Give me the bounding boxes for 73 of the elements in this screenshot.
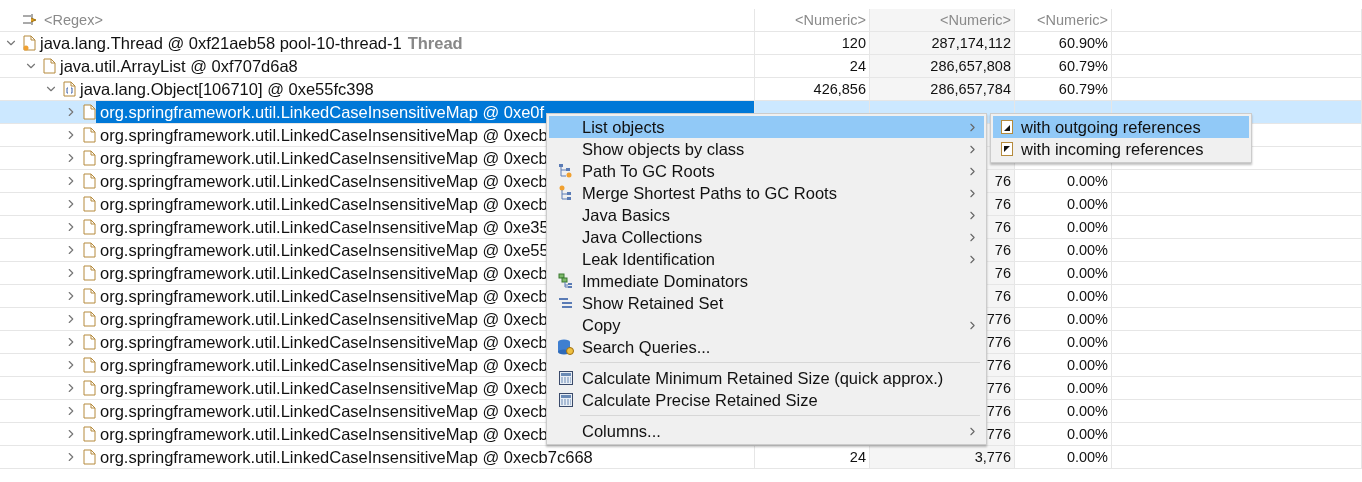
class-name-text: org.springframework.util.LinkedCaseInsensitiveMap @ 0xecb	[100, 378, 548, 398]
object-icon	[83, 265, 96, 281]
class-name-text: org.springframework.util.LinkedCaseInsensitiveMap @ 0xecb	[100, 125, 548, 145]
class-name-text: org.springframework.util.LinkedCaseInsensitiveMap @ 0xecb	[100, 309, 548, 329]
outgoing-reference-icon	[1001, 120, 1013, 134]
class-name-text: org.springframework.util.LinkedCaseInsensitiveMap @ 0xecb	[100, 332, 548, 352]
class-name-text: java.lang.Thread @ 0xf21aeb58 pool-10-thread-1	[40, 33, 402, 53]
table-cell: 0.00%	[1015, 446, 1112, 468]
object-icon	[43, 58, 56, 74]
object-icon	[83, 242, 96, 258]
menu-item[interactable]: with outgoing references	[993, 116, 1249, 138]
incoming-reference-icon	[1001, 142, 1013, 156]
class-name-text: org.springframework.util.LinkedCaseInsensitiveMap @ 0xecb	[100, 148, 548, 168]
table-cell: 0.00%	[1015, 308, 1112, 330]
list-icon	[557, 297, 574, 309]
menu-item[interactable]: with incoming references	[993, 138, 1249, 160]
object-icon	[83, 104, 96, 120]
object-icon	[83, 403, 96, 419]
class-name-text: org.springframework.util.LinkedCaseInsensitiveMap @ 0xecb7c668	[100, 447, 593, 467]
object-icon	[83, 150, 96, 166]
table-cell: 0.00%	[1015, 193, 1112, 215]
object-icon	[83, 311, 96, 327]
table-cell: 60.79%	[1015, 78, 1112, 100]
tree-icon	[557, 185, 574, 201]
table-cell: 0.00%	[1015, 423, 1112, 445]
class-name-text: java.util.ArrayList @ 0xf707d6a8	[60, 56, 298, 76]
menu-item[interactable]: List objects	[549, 116, 984, 138]
object-icon	[83, 449, 96, 465]
object-icon	[83, 219, 96, 235]
menu-item[interactable]: Show objects by class	[549, 138, 984, 160]
class-name-text: java.lang.Object[106710] @ 0xe55fc398	[80, 79, 374, 99]
array-object-icon	[63, 81, 76, 97]
table-cell: 0.00%	[1015, 285, 1112, 307]
hierarchy-icon	[557, 273, 574, 289]
table-cell: 0.00%	[1015, 262, 1112, 284]
table-cell: 0.00%	[1015, 239, 1112, 261]
table-cell: 60.79%	[1015, 55, 1112, 77]
table-cell: 286,657,784	[870, 78, 1015, 100]
type-label: Thread	[407, 33, 463, 53]
table-cell: 3,776	[870, 446, 1015, 468]
table-cell: 286,657,808	[870, 55, 1015, 77]
class-name-text: org.springframework.util.LinkedCaseInsensitiveMap @ 0xecb	[100, 194, 548, 214]
object-icon	[83, 196, 96, 212]
tree-icon	[557, 164, 574, 178]
table-cell: 0.00%	[1015, 400, 1112, 422]
regex-filter-field[interactable]: <Regex>	[44, 12, 103, 28]
class-name-text: org.springframework.util.LinkedCaseInsensitiveMap @ 0xecb	[100, 286, 548, 306]
database-icon	[556, 338, 575, 356]
class-name-text: org.springframework.util.LinkedCaseInsensitiveMap @ 0xecb	[100, 401, 548, 421]
class-name-text: org.springframework.util.LinkedCaseInsensitiveMap @ 0xecb	[100, 171, 548, 191]
object-icon	[83, 334, 96, 350]
class-name-text: org.springframework.util.LinkedCaseInsensitiveMap @ 0xecb	[100, 355, 548, 375]
calculator-icon	[558, 371, 573, 385]
table-cell: 0.00%	[1015, 354, 1112, 376]
class-name-text: org.springframework.util.LinkedCaseInsensitiveMap @ 0xecb	[100, 424, 548, 444]
thread-object-icon	[23, 35, 36, 51]
numeric-filter-field[interactable]: <Numeric>	[1015, 9, 1112, 31]
table-cell: 0.00%	[1015, 331, 1112, 353]
table-cell: 0.00%	[1015, 377, 1112, 399]
table-cell: 0.00%	[1015, 170, 1112, 192]
object-icon	[83, 127, 96, 143]
table-cell: 60.90%	[1015, 32, 1112, 54]
class-name-text: org.springframework.util.LinkedCaseInsensitiveMap @ 0xecb	[100, 263, 548, 283]
object-icon	[83, 173, 96, 189]
object-icon	[83, 380, 96, 396]
filter-icon	[22, 13, 38, 27]
object-icon	[83, 426, 96, 442]
class-name-text: org.springframework.util.LinkedCaseInsensitiveMap @ 0xe0f	[100, 102, 545, 122]
object-icon	[83, 357, 96, 373]
object-icon	[83, 288, 96, 304]
calculator-icon	[558, 393, 573, 407]
table-cell: 0.00%	[1015, 216, 1112, 238]
table-cell: 287,174,112	[870, 32, 1015, 54]
